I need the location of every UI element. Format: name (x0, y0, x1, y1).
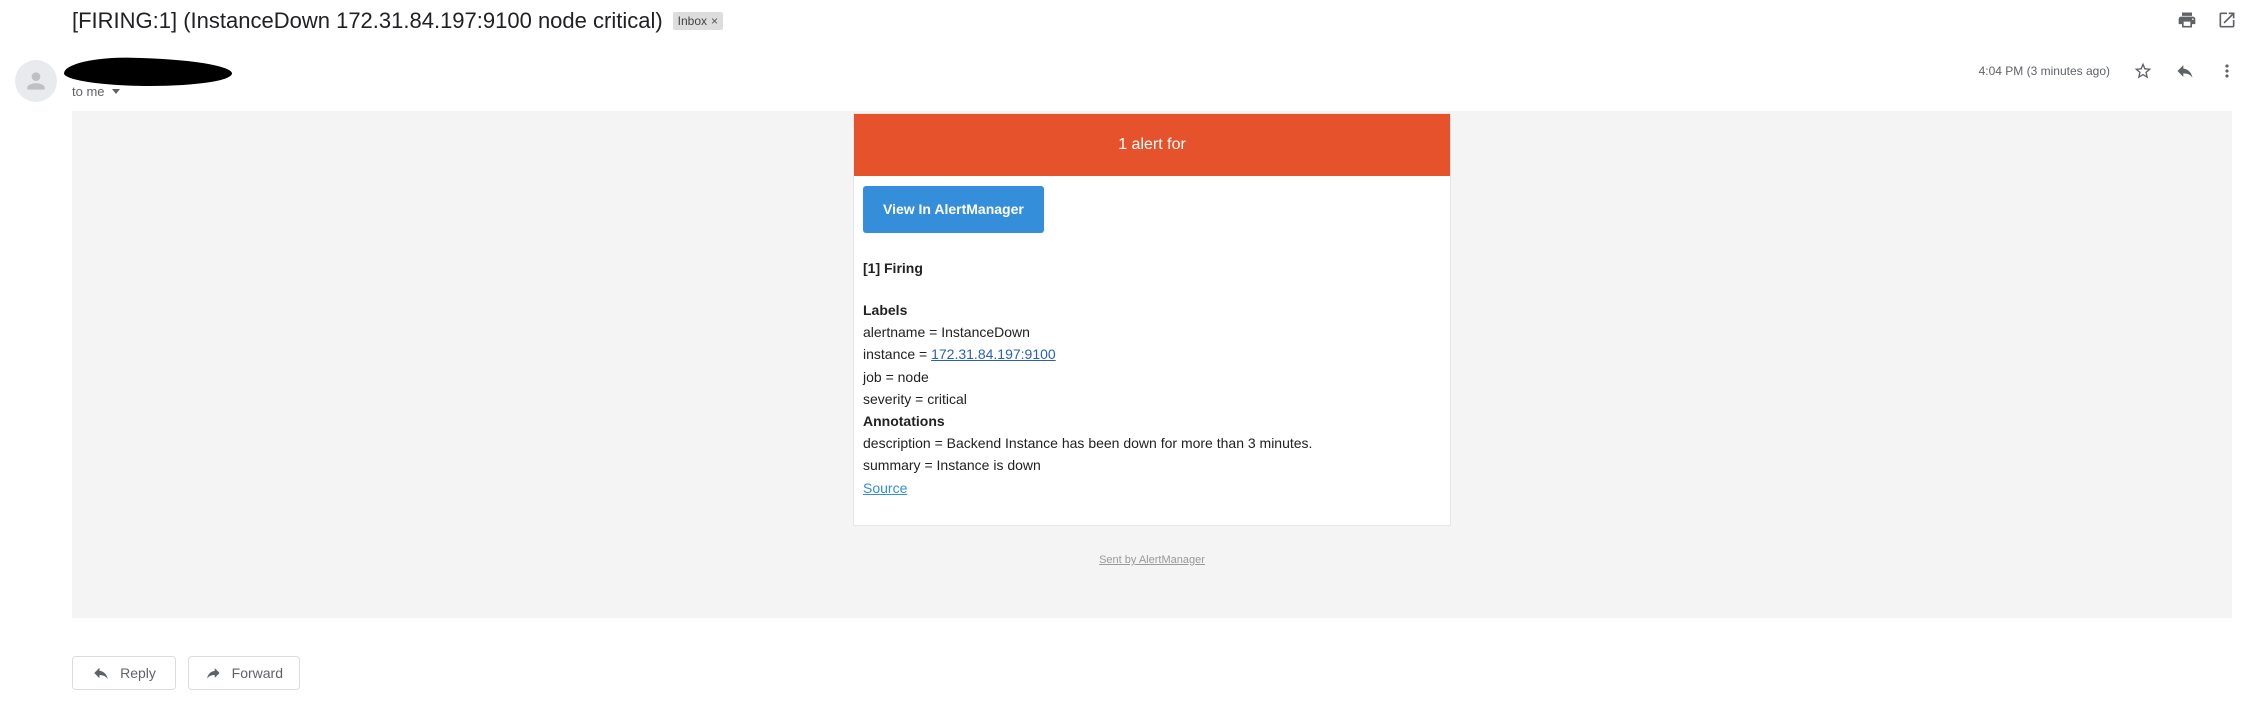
print-icon[interactable] (2176, 9, 2198, 31)
reply-label: Reply (120, 665, 156, 681)
recipient-text: to me (72, 84, 105, 99)
instance-link[interactable]: 172.31.84.197:9100 (931, 346, 1056, 362)
person-icon (27, 72, 45, 90)
more-options-icon[interactable] (2216, 60, 2238, 82)
label-alertname: alertname = InstanceDown (863, 324, 1030, 340)
annotation-description: description = Backend Instance has been … (863, 435, 1313, 452)
email-subject: [FIRING:1] (InstanceDown 172.31.84.197:9… (72, 8, 663, 33)
alert-header: 1 alert for (854, 114, 1450, 176)
annotations-heading: Annotations (863, 413, 945, 430)
message-timestamp: 4:04 PM (3 minutes ago) (1978, 64, 2110, 78)
reply-actions: Reply Forward (72, 656, 300, 690)
sender-avatar[interactable] (15, 60, 57, 102)
inbox-label-chip[interactable]: Inbox × (672, 12, 724, 30)
label-job: job = node (863, 368, 929, 385)
chevron-down-icon (111, 89, 120, 94)
forward-icon (207, 668, 220, 679)
subject-row: [FIRING:1] (InstanceDown 172.31.84.197:9… (72, 6, 724, 36)
reply-button[interactable]: Reply (72, 656, 176, 690)
thread-actions (2176, 9, 2238, 31)
reply-icon[interactable] (2174, 60, 2196, 82)
source-link[interactable]: Source (863, 480, 907, 496)
label-instance: instance = 172.31.84.197:9100 (863, 346, 1056, 363)
reply-icon (94, 667, 108, 679)
message-meta: 4:04 PM (3 minutes ago) (1979, 60, 2238, 82)
forward-button[interactable]: Forward (188, 656, 300, 690)
sent-by-alertmanager-link[interactable]: Sent by AlertManager (853, 554, 1451, 566)
alert-content: View In AlertManager [1] Firing Labels a… (854, 176, 1450, 509)
open-in-new-window-icon[interactable] (2216, 9, 2238, 31)
annotation-summary: summary = Instance is down (863, 457, 1041, 474)
firing-count: [1] Firing (863, 260, 923, 276)
alert-card: 1 alert for View In AlertManager [1] Fir… (853, 113, 1451, 526)
inbox-label-text: Inbox (677, 14, 708, 28)
star-icon[interactable] (2132, 60, 2154, 82)
email-body: 1 alert for View In AlertManager [1] Fir… (72, 111, 2232, 618)
remove-label-icon[interactable]: × (711, 14, 718, 28)
view-in-alertmanager-button[interactable]: View In AlertManager (863, 186, 1044, 233)
label-severity: severity = critical (863, 390, 967, 407)
recipient-details-toggle[interactable]: to me (72, 84, 120, 99)
forward-label: Forward (231, 665, 283, 681)
labels-heading: Labels (863, 302, 908, 318)
sender-name-redacted (63, 56, 233, 88)
